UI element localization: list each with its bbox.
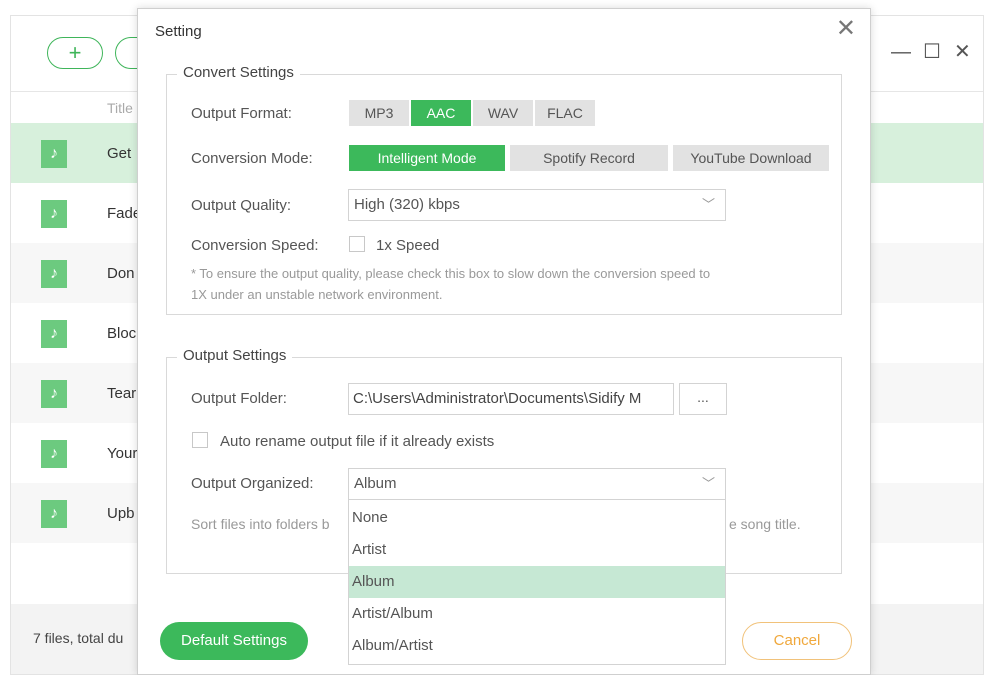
settings-dialog: Setting ✕ Convert Settings Output Format… [137, 8, 871, 675]
song-title: Tear [107, 385, 137, 402]
song-title: Get [107, 145, 132, 162]
music-note-icon: ♪ [41, 500, 67, 528]
format-option-wav[interactable]: WAV [473, 100, 533, 126]
music-note-icon: ♪ [41, 440, 67, 468]
conversion-mode-label: Conversion Mode: [191, 150, 313, 167]
auto-rename-checkbox[interactable] [192, 432, 208, 448]
output-organized-label: Output Organized: [191, 475, 314, 492]
close-window-icon[interactable]: ✕ [954, 42, 971, 62]
mode-option-spotify-record[interactable]: Spotify Record [510, 145, 668, 171]
dropdown-option-none[interactable]: None [349, 502, 725, 534]
music-note-icon: ♪ [41, 140, 67, 168]
speed-1x-label: 1x Speed [376, 237, 440, 254]
music-note-icon: ♪ [41, 380, 67, 408]
mode-option-youtube-download[interactable]: YouTube Download [673, 145, 829, 171]
song-title: Your [107, 445, 138, 462]
convert-settings-group: Convert Settings Output Format: MP3 AAC … [166, 64, 842, 315]
file-count-summary: 7 files, total du [33, 630, 124, 646]
music-note-icon: ♪ [41, 320, 67, 348]
add-button[interactable]: + [47, 37, 103, 69]
dropdown-option-artist[interactable]: Artist [349, 534, 725, 566]
maximize-icon[interactable]: ☐ [923, 42, 941, 62]
chevron-down-icon: ﹀ [701, 476, 715, 491]
speed-note-line-1: * To ensure the output quality, please c… [191, 266, 711, 281]
default-settings-button[interactable]: Default Settings [160, 622, 308, 660]
dialog-title: Setting [155, 23, 202, 40]
organize-hint-left: Sort files into folders b [191, 516, 330, 532]
format-option-aac[interactable]: AAC [411, 100, 471, 126]
output-quality-label: Output Quality: [191, 197, 292, 214]
output-organized-select[interactable]: Album ﹀ [348, 468, 726, 500]
song-title: Bloc [107, 325, 137, 342]
chevron-down-icon: ﹀ [701, 197, 715, 212]
dropdown-option-album-artist[interactable]: Album/Artist [349, 630, 725, 662]
output-organized-dropdown: None Artist Album Artist/Album Album/Art… [348, 499, 726, 665]
minimize-icon[interactable]: — [891, 42, 911, 62]
output-organized-value: Album [354, 475, 397, 492]
cancel-button[interactable]: Cancel [742, 622, 852, 660]
output-quality-select[interactable]: High (320) kbps ﹀ [348, 189, 726, 221]
music-note-icon: ♪ [41, 260, 67, 288]
speed-1x-checkbox[interactable] [349, 236, 365, 252]
format-option-flac[interactable]: FLAC [535, 100, 595, 126]
output-settings-legend: Output Settings [177, 347, 293, 364]
format-option-mp3[interactable]: MP3 [349, 100, 409, 126]
conversion-speed-label: Conversion Speed: [191, 237, 319, 254]
output-format-label: Output Format: [191, 105, 292, 122]
plus-icon: + [68, 40, 82, 65]
song-title: Don [107, 265, 135, 282]
browse-folder-button[interactable]: ... [679, 383, 727, 415]
dropdown-option-album[interactable]: Album [349, 566, 725, 598]
song-title: Upb [107, 505, 135, 522]
column-header-title[interactable]: Title [107, 100, 133, 116]
output-folder-input[interactable]: C:\Users\Administrator\Documents\Sidify … [348, 383, 674, 415]
speed-note-line-2: 1X under an unstable network environment… [191, 287, 443, 302]
dropdown-option-artist-album[interactable]: Artist/Album [349, 598, 725, 630]
output-quality-value: High (320) kbps [354, 196, 460, 213]
output-folder-label: Output Folder: [191, 390, 287, 407]
organize-hint-right: e song title. [729, 516, 801, 532]
mode-option-intelligent[interactable]: Intelligent Mode [349, 145, 505, 171]
convert-settings-legend: Convert Settings [177, 64, 300, 81]
music-note-icon: ♪ [41, 200, 67, 228]
close-icon[interactable]: ✕ [836, 17, 856, 41]
auto-rename-label: Auto rename output file if it already ex… [220, 433, 495, 450]
